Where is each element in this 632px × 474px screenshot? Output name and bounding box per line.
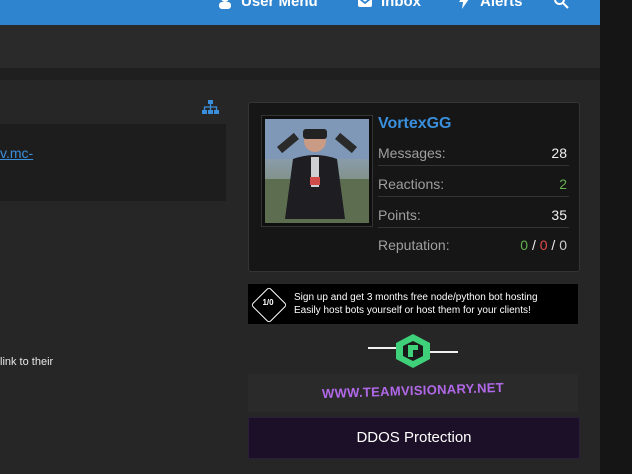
ad-line-1: Sign up and get 3 months free node/pytho…	[294, 292, 538, 303]
ddos-protection-ad-banner[interactable]: DDOS Protection	[248, 417, 580, 459]
reputation-values: 0 / 0 / 0	[520, 237, 567, 253]
post-link[interactable]: v.mc-	[0, 145, 33, 161]
reputation-separator: /	[551, 237, 556, 253]
teamvisionary-ad-banner[interactable]: WWW.TEAMVISIONARY.NET	[248, 374, 578, 412]
avatar[interactable]	[261, 115, 373, 227]
sitemap-icon[interactable]	[202, 100, 219, 114]
search-nav-item[interactable]	[553, 0, 569, 11]
teamvisionary-url: WWW.TEAMVISIONARY.NET	[321, 379, 505, 402]
reactions-value: 2	[559, 176, 567, 192]
user-profile-card: VortexGG Messages: 28 Reactions: 2 Point…	[248, 102, 580, 272]
inbox-label: Inbox	[381, 0, 421, 10]
points-label: Points:	[378, 207, 421, 223]
quote-block	[0, 124, 226, 201]
green-logo-icon	[248, 330, 578, 370]
reputation-neutral: 0	[559, 237, 567, 253]
stat-divider	[378, 196, 569, 197]
avatar-image	[265, 119, 369, 223]
bolt-icon	[456, 0, 472, 9]
ad-text: Sign up and get 3 months free node/pytho…	[294, 291, 538, 317]
ad-line-2: Easily host bots yourself or host them f…	[294, 305, 531, 316]
reputation-label: Reputation:	[378, 237, 450, 253]
sub-navigation-bar	[0, 25, 600, 68]
messages-value: 28	[551, 145, 567, 161]
username[interactable]: VortexGG	[378, 115, 452, 133]
reputation-positive: 0	[520, 237, 529, 253]
user-menu-label: User Menu	[241, 0, 318, 10]
top-navigation-bar: User Menu Inbox Alerts	[0, 0, 600, 25]
hosting-ad-banner[interactable]: 1/0 Sign up and get 3 months free node/p…	[248, 284, 578, 324]
points-value: 35	[551, 207, 567, 223]
badge-text: 1/0	[262, 298, 274, 307]
inbox-nav-item[interactable]: Inbox	[357, 0, 421, 11]
alerts-nav-item[interactable]: Alerts	[456, 0, 523, 11]
reputation-negative: 0	[539, 237, 548, 253]
stat-divider	[378, 165, 569, 166]
right-edge-panel	[600, 0, 632, 474]
alerts-label: Alerts	[480, 0, 523, 10]
inbox-icon	[357, 0, 373, 9]
messages-label: Messages:	[378, 145, 446, 161]
reactions-label: Reactions:	[378, 176, 445, 192]
search-icon	[553, 0, 569, 9]
reputation-separator: /	[531, 237, 536, 253]
user-icon	[217, 0, 233, 9]
user-menu-nav-item[interactable]: User Menu	[217, 0, 318, 11]
post-text-snippet: link to their	[0, 356, 54, 368]
ddos-protection-label: DDOS Protection	[356, 429, 472, 446]
logo-ad-banner[interactable]	[248, 330, 578, 370]
stat-divider	[378, 227, 569, 228]
